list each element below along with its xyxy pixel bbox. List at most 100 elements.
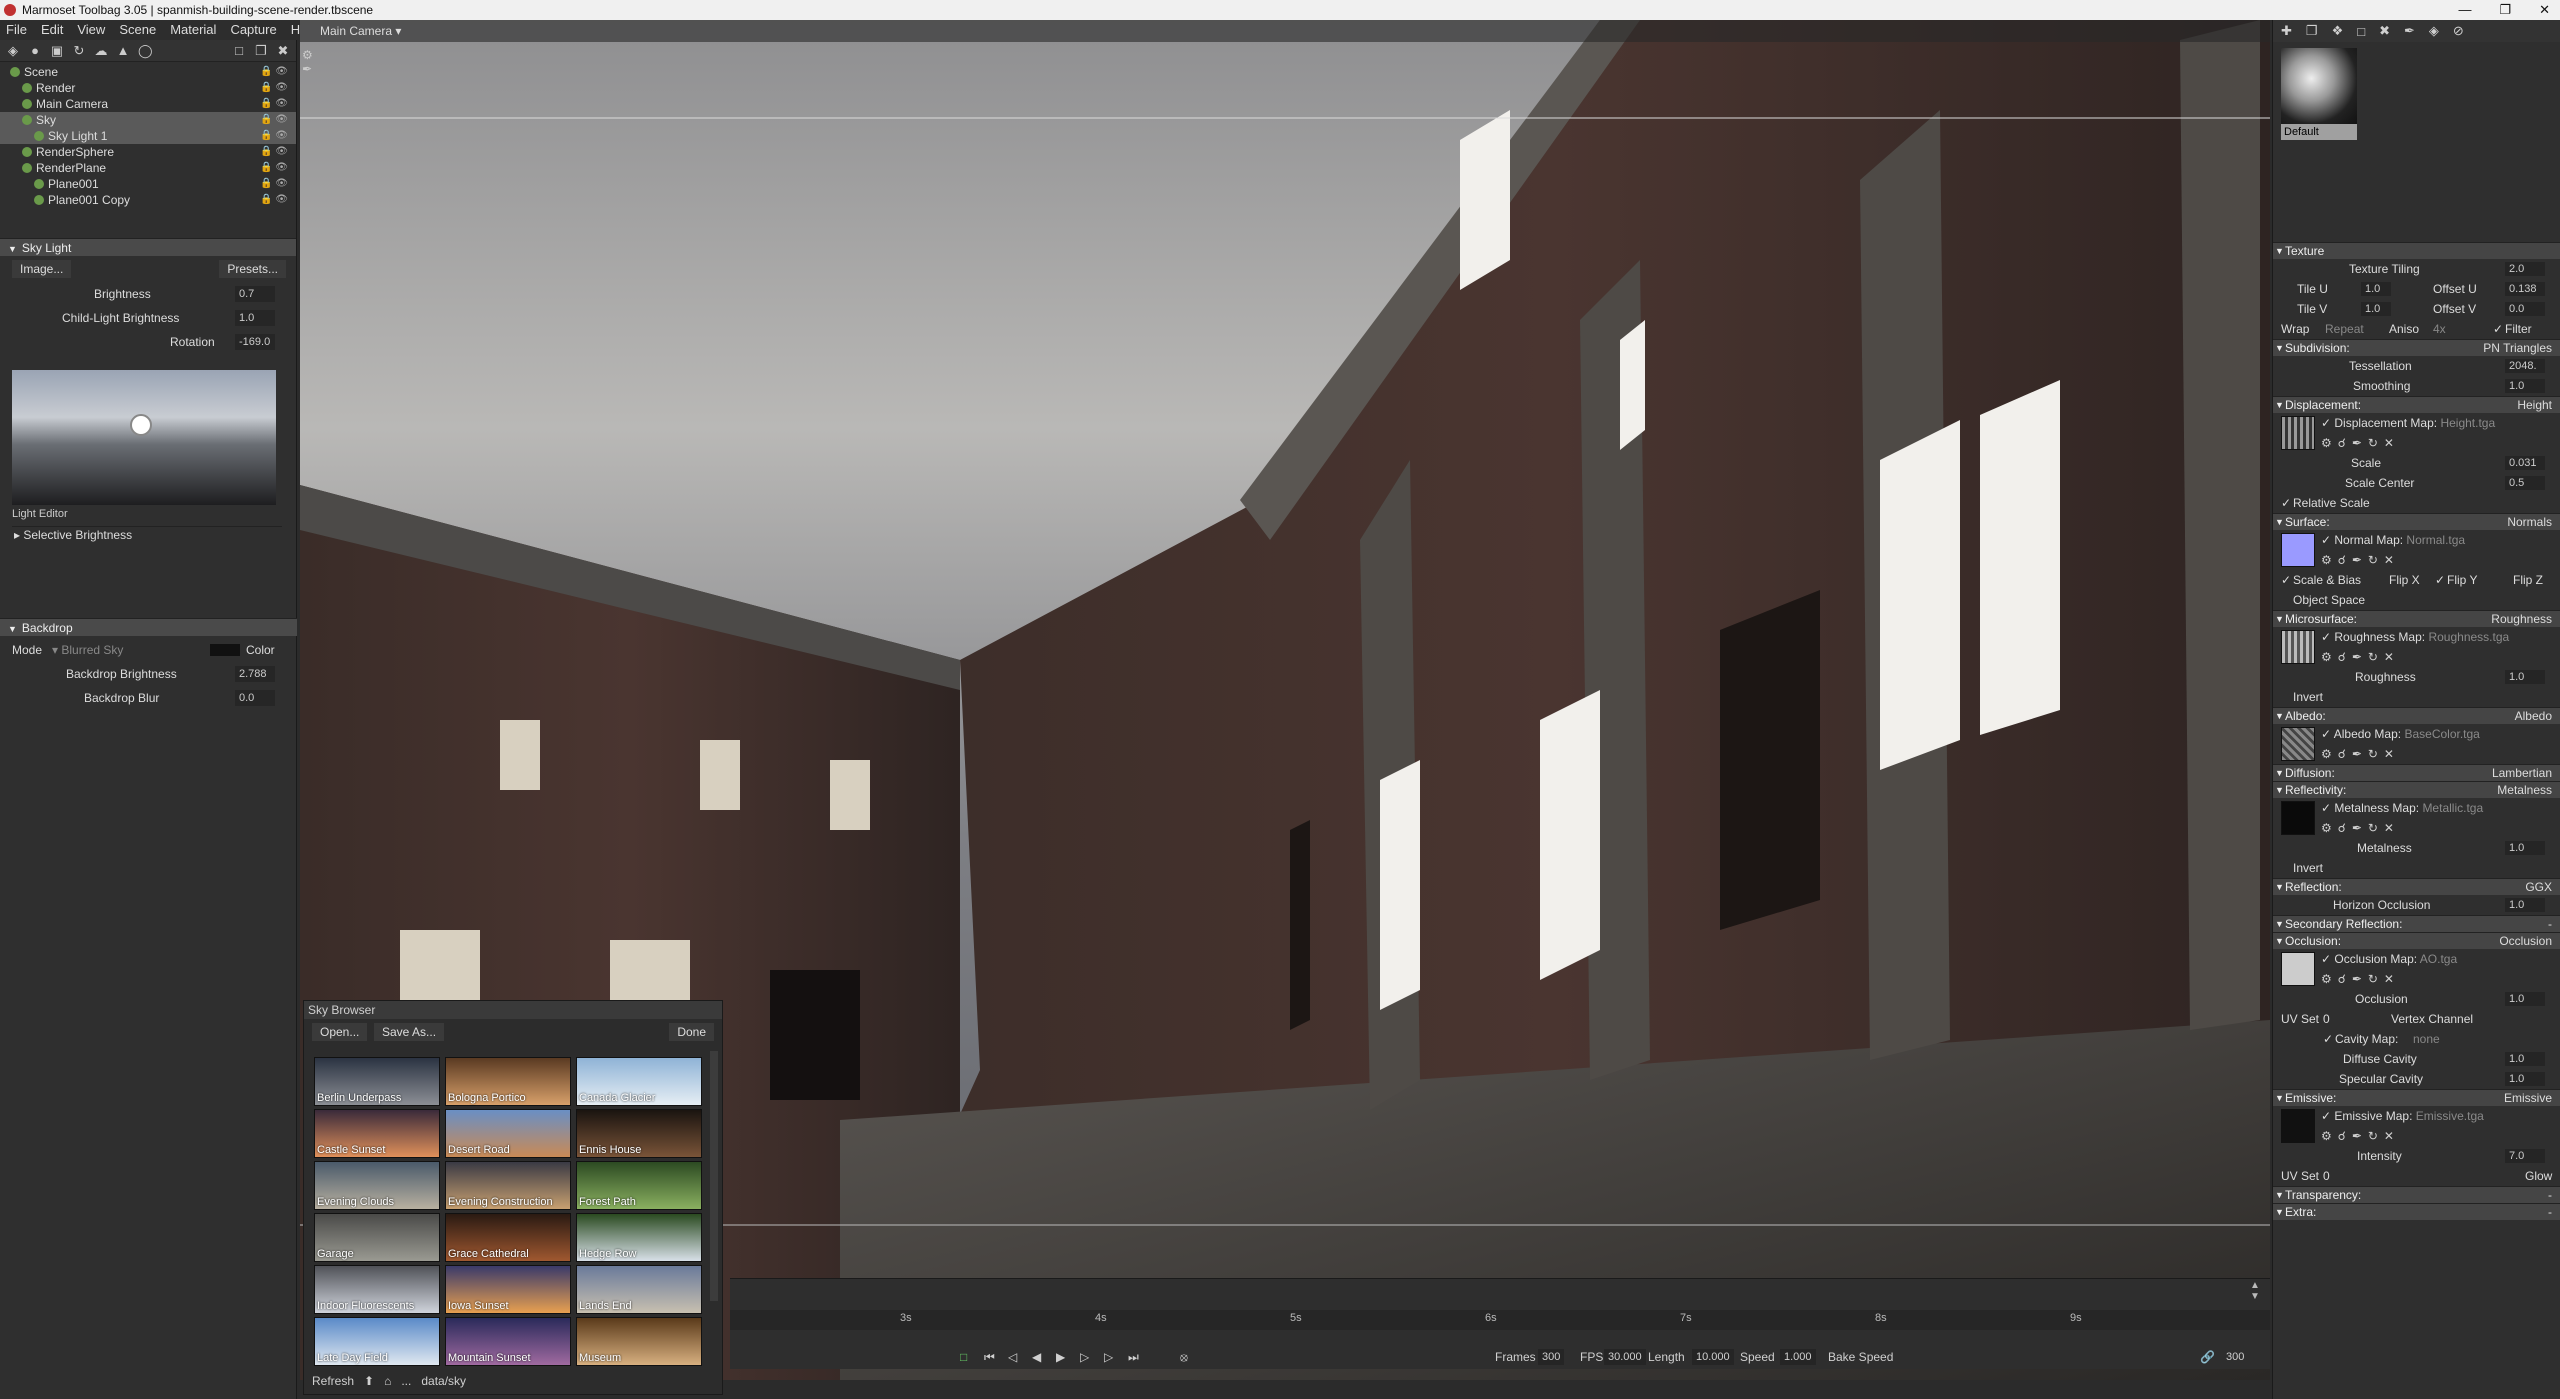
scene-tree-item[interactable]: Render 🔒 👁 [0,80,296,96]
relative-scale-checkbox[interactable]: ✓ [2281,493,2291,513]
texture-section-header[interactable]: ▼ Texture [2273,242,2560,259]
settings-icon[interactable]: ⚙ [302,48,318,62]
add-light-icon[interactable]: ● [28,43,42,58]
end-frame-field[interactable]: 300 [2226,1345,2244,1369]
sky-thumbnail[interactable]: Grace Cathedral [445,1213,571,1262]
tile-u-field[interactable]: 1.0 [2361,282,2391,296]
prev-frame-icon[interactable]: ◀ [1032,1345,1041,1369]
done-button[interactable]: Done [669,1023,714,1041]
visibility-icon[interactable]: 🔒 👁 [260,64,288,80]
scale-bias-checkbox[interactable]: ✓ [2281,570,2291,590]
cavity-checkbox[interactable]: ✓ [2323,1029,2333,1049]
map-tool-icons[interactable]: ⚙☌✒↻✕ [2321,1126,2400,1146]
emissive-map-thumbnail[interactable] [2281,1109,2315,1143]
sky-thumbnail[interactable]: Desert Road [445,1109,571,1158]
object-space-label[interactable]: Object Space [2293,590,2365,610]
sky-thumbnail[interactable]: Bologna Portico [445,1057,571,1106]
wrap-dropdown[interactable]: Repeat [2325,319,2364,339]
sky-thumbnail[interactable]: Castle Sunset [314,1109,440,1158]
scale-center-field[interactable]: 0.5 [2505,476,2545,490]
visibility-icon[interactable]: 🔒 👁 [260,96,288,112]
image-button[interactable]: Image... [12,260,72,278]
normal-map-thumbnail[interactable] [2281,533,2315,567]
speed-field[interactable]: 1.000 [1780,1349,1816,1365]
save-as-button[interactable]: Save As... [374,1023,445,1041]
surface-section-header[interactable]: ▼ Surface: Normals [2273,513,2560,530]
reflectivity-section-header[interactable]: ▼ Reflectivity: Metalness [2273,781,2560,798]
home-icon[interactable]: ⌂ [384,1374,391,1388]
uv-set-dropdown[interactable]: 0 [2323,1009,2330,1029]
bake-speed-button[interactable]: Bake Speed [1828,1345,1893,1369]
backdrop-section-header[interactable]: ▼ Backdrop [0,618,297,636]
roughness-field[interactable]: 1.0 [2505,670,2545,684]
duplicate-icon[interactable]: ❐ [254,43,268,58]
browse-dots-button[interactable]: ... [401,1374,411,1388]
vertex-channel-dropdown[interactable]: Vertex Channel [2391,1009,2473,1029]
reflection-section-header[interactable]: ▼ Reflection: GGX [2273,878,2560,895]
sun-handle-icon[interactable] [130,414,152,436]
displacement-section-header[interactable]: ▼ Displacement: Height [2273,396,2560,413]
child-brightness-field[interactable]: 1.0 [235,310,275,326]
restore-icon[interactable]: ❐ [2499,0,2511,20]
fps-field[interactable]: 30.000 [1604,1349,1646,1365]
brush-icon[interactable]: ✒ [302,62,318,76]
sky-thumbnail[interactable]: Late Day Field [314,1317,440,1366]
brightness-field[interactable]: 0.7 [235,286,275,302]
sky-thumbnail[interactable]: Hedge Row [576,1213,702,1262]
tile-v-field[interactable]: 1.0 [2361,302,2391,316]
visibility-icon[interactable]: 🔒 👁 [260,80,288,96]
sky-thumbnail[interactable]: Evening Clouds [314,1161,440,1210]
horizon-occlusion-field[interactable]: 1.0 [2505,898,2545,912]
sky-thumbnail[interactable]: Ennis House [576,1109,702,1158]
visibility-icon[interactable]: 🔒 👁 [260,112,288,128]
secondary-reflection-section-header[interactable]: ▼ Secondary Reflection: - [2273,915,2560,932]
aniso-dropdown[interactable]: 4x [2433,319,2446,339]
sky-thumbnail[interactable]: Forest Path [576,1161,702,1210]
emissive-uv-set-dropdown[interactable]: 0 [2323,1166,2330,1186]
specular-cavity-field[interactable]: 1.0 [2505,1072,2545,1086]
add-material-icon[interactable]: ✚ [2281,23,2292,39]
scene-tree-item[interactable]: Scene 🔒 👁 [0,64,296,80]
rotation-field[interactable]: -169.0 [235,334,275,350]
albedo-map-thumbnail[interactable] [2281,727,2315,761]
frames-field[interactable]: 300 [1538,1349,1565,1365]
timeline-ruler[interactable] [730,1310,2270,1330]
transparency-section-header[interactable]: ▼ Transparency: - [2273,1186,2560,1203]
scene-tree-item[interactable]: RenderSphere 🔒 👁 [0,144,296,160]
offset-v-field[interactable]: 0.0 [2505,302,2545,316]
add-sky-icon[interactable]: ◯ [138,43,153,58]
scene-tree-item[interactable]: Sky Light 1 🔒 👁 [0,128,296,144]
prev-key-icon[interactable]: ◁ [1008,1345,1017,1369]
scene-tree-item[interactable]: Sky 🔒 👁 [0,112,296,128]
delete-icon[interactable]: ✖ [276,43,290,58]
flip-x-label[interactable]: Flip X [2389,570,2420,590]
add-object-icon[interactable]: ◈ [6,43,20,58]
displacement-map-thumbnail[interactable] [2281,416,2315,450]
add-shadow-catcher-icon[interactable]: ▲ [116,43,130,58]
sky-thumbnail[interactable]: Garage [314,1213,440,1262]
skylight-section-header[interactable]: ▼ Sky Light [0,238,296,256]
invert-metalness-label[interactable]: Invert [2293,858,2323,878]
diffusion-section-header[interactable]: ▼ Diffusion: Lambertian [2273,764,2560,781]
scene-tree-item[interactable]: Main Camera 🔒 👁 [0,96,296,112]
next-frame-icon[interactable]: ▷ [1080,1345,1089,1369]
visibility-icon[interactable]: 🔒 👁 [260,128,288,144]
texture-tiling-field[interactable]: 2.0 [2505,262,2545,276]
intensity-field[interactable]: 7.0 [2505,1149,2545,1163]
smoothing-field[interactable]: 1.0 [2505,379,2545,393]
sky-thumbnail[interactable]: Iowa Sunset [445,1265,571,1314]
add-turntable-icon[interactable]: ↻ [72,43,86,58]
eyedropper-icon[interactable]: ✒ [2404,23,2415,39]
backdrop-brightness-field[interactable]: 2.788 [235,666,275,682]
invert-roughness-label[interactable]: Invert [2293,687,2323,707]
scene-tree-item[interactable]: Plane001 Copy 🔒 👁 [0,192,296,208]
extra-section-header[interactable]: ▼ Extra: - [2273,1203,2560,1220]
sky-thumbnail[interactable]: Museum [576,1317,702,1366]
scale-field[interactable]: 0.031 [2505,456,2545,470]
play-icon[interactable]: ▶ [1056,1345,1065,1369]
pick-material-icon[interactable]: ❖ [2332,23,2344,39]
sky-thumbnail[interactable]: Berlin Underpass [314,1057,440,1106]
map-tool-icons[interactable]: ⚙☌✒↻✕ [2321,550,2400,570]
add-fog-icon[interactable]: ☁ [94,43,108,58]
map-tool-icons[interactable]: ⚙☌✒↻✕ [2321,744,2400,764]
